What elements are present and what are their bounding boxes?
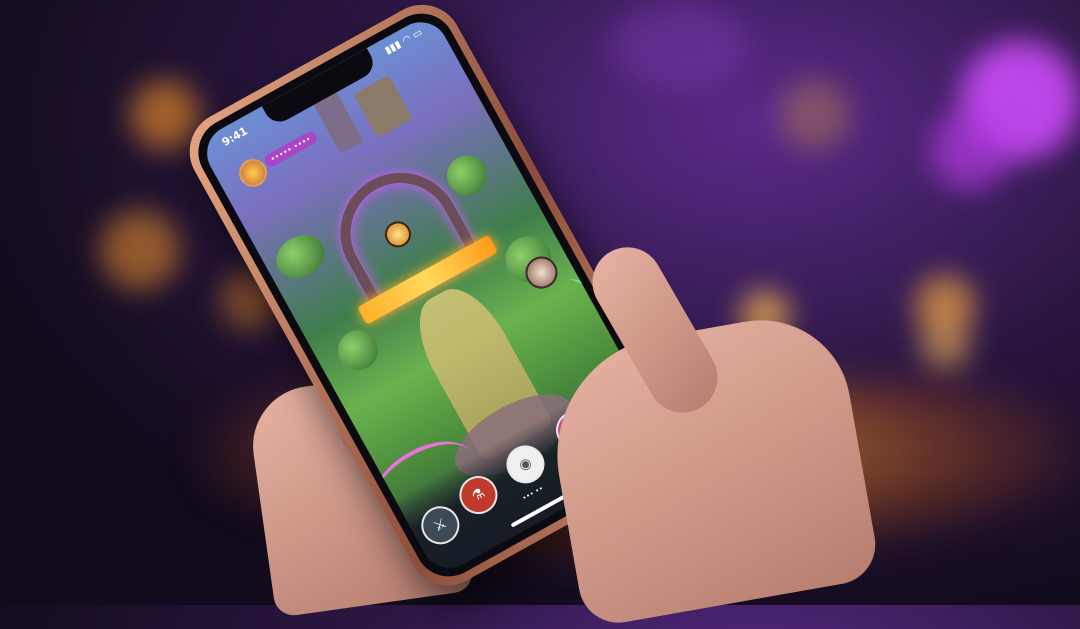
- tree: [439, 148, 495, 203]
- status-time: 9:41: [219, 124, 250, 150]
- tree: [330, 323, 386, 378]
- bokeh-light: [920, 320, 970, 370]
- shield-icon[interactable]: ◉: [499, 438, 552, 491]
- bokeh-light: [610, 0, 750, 90]
- player-banner[interactable]: ••••• ••••: [262, 129, 319, 169]
- bokeh-light: [780, 80, 850, 150]
- swords-icon[interactable]: ⚔: [414, 499, 467, 552]
- shield-button-label: ••• ••: [520, 484, 545, 503]
- potion-icon[interactable]: ⚗: [452, 469, 505, 521]
- bokeh-light: [100, 210, 180, 290]
- bokeh-light: [930, 110, 1010, 190]
- background-tower: [353, 74, 413, 139]
- tree: [268, 226, 332, 287]
